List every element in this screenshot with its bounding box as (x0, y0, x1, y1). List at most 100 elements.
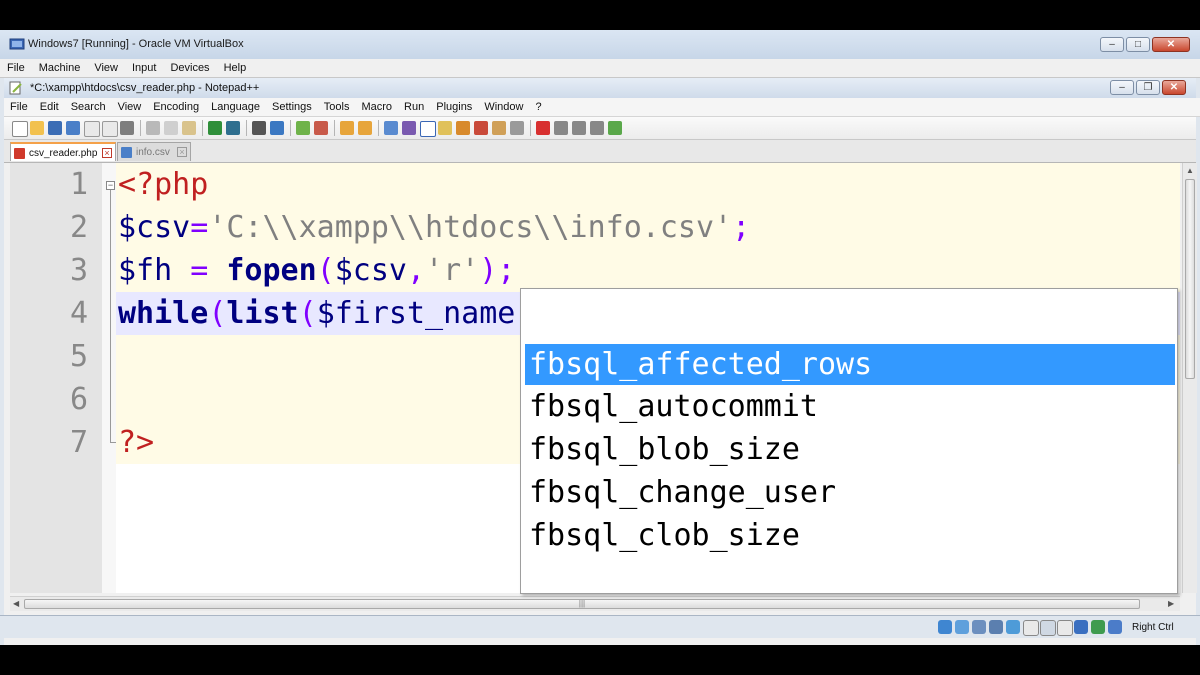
indent-guide-icon[interactable] (420, 121, 436, 137)
close-button[interactable]: ✕ (1152, 37, 1190, 52)
paste-icon[interactable] (182, 121, 196, 135)
user-language-icon[interactable] (438, 121, 452, 135)
notepadpp-titlebar[interactable]: *C:\xampp\htdocs\csv_reader.php - Notepa… (4, 78, 1196, 99)
tab-info-csv[interactable]: info.csv × (117, 142, 191, 161)
code-token: $csv (334, 253, 407, 288)
word-wrap-icon[interactable] (384, 121, 398, 135)
autocomplete-item[interactable]: fbsql_autocommit (525, 386, 1175, 427)
display-icon[interactable] (1040, 620, 1056, 636)
line-number: 3 (69, 253, 88, 288)
npp-close-button[interactable]: ✕ (1162, 80, 1186, 95)
sync-vertical-icon[interactable] (340, 121, 354, 135)
save-macro-icon[interactable] (608, 121, 622, 135)
copy-icon[interactable] (164, 121, 178, 135)
scroll-up-arrow-icon[interactable]: ▲ (1186, 166, 1194, 175)
npp-menu-settings[interactable]: Settings (266, 98, 318, 116)
npp-menu-language[interactable]: Language (205, 98, 266, 116)
virtualbox-titlebar[interactable]: Windows7 [Running] - Oracle VM VirtualBo… (0, 30, 1200, 60)
record-macro-icon[interactable] (536, 121, 550, 135)
npp-menu-macro[interactable]: Macro (355, 98, 398, 116)
tab-csv-reader[interactable]: csv_reader.php × (10, 142, 116, 161)
zoom-out-icon[interactable] (314, 121, 328, 135)
tab-close-icon[interactable]: × (177, 147, 187, 157)
npp-menu-run[interactable]: Run (398, 98, 430, 116)
maximize-button[interactable]: □ (1126, 37, 1150, 52)
virtualization-icon[interactable] (1074, 620, 1088, 634)
doc-map-icon[interactable] (456, 121, 470, 135)
play-macro-multiple-icon[interactable] (590, 121, 604, 135)
npp-minimize-button[interactable]: – (1110, 80, 1134, 95)
scroll-left-arrow-icon[interactable]: ◀ (13, 599, 19, 608)
code-token: 'r' (425, 253, 480, 288)
tab-close-icon[interactable]: × (102, 148, 112, 158)
replace-icon[interactable] (270, 121, 284, 135)
horizontal-scrollbar[interactable]: ◀ ||| ▶ (10, 596, 1180, 611)
autocomplete-popup[interactable]: fbsql_affected_rows fbsql_autocommit fbs… (520, 288, 1178, 594)
npp-menu-edit[interactable]: Edit (34, 98, 65, 116)
autocomplete-item[interactable]: fbsql_change_user (525, 472, 1175, 513)
code-token: ( (316, 253, 335, 288)
code-token: ( (208, 296, 227, 331)
autocomplete-item[interactable]: fbsql_clob_size (525, 515, 1175, 556)
save-all-icon[interactable] (66, 121, 80, 135)
npp-restore-button[interactable]: ❐ (1136, 80, 1160, 95)
npp-menu-help[interactable]: ? (529, 98, 547, 116)
vb-menu-view[interactable]: View (87, 59, 125, 77)
mouse-integration-icon[interactable] (1091, 620, 1105, 634)
sync-horizontal-icon[interactable] (358, 121, 372, 135)
code-line[interactable]: $fh = fopen($csv,'r'); (116, 249, 1180, 292)
find-icon[interactable] (252, 121, 266, 135)
npp-menu-view[interactable]: View (112, 98, 148, 116)
redo-icon[interactable] (226, 121, 240, 135)
npp-menu-file[interactable]: File (4, 98, 34, 116)
autocomplete-item-selected[interactable]: fbsql_affected_rows (525, 344, 1175, 385)
close-all-icon[interactable] (102, 121, 118, 137)
code-text: <?php (118, 163, 208, 206)
usb-icon[interactable] (1006, 620, 1020, 634)
npp-menu-window[interactable]: Window (478, 98, 529, 116)
scroll-right-arrow-icon[interactable]: ▶ (1168, 599, 1174, 608)
undo-icon[interactable] (208, 121, 222, 135)
folder-workspace-icon[interactable] (492, 121, 506, 135)
code-line[interactable]: $csv='C:\\xampp\\htdocs\\info.csv'; (116, 206, 1180, 249)
video-capture-icon[interactable] (1057, 620, 1073, 636)
code-line[interactable]: <?php (116, 163, 1180, 206)
vb-menu-file[interactable]: File (0, 59, 32, 77)
new-file-icon[interactable] (12, 121, 28, 137)
toolbar-separator (202, 120, 203, 136)
vb-menu-devices[interactable]: Devices (163, 59, 216, 77)
vb-menu-help[interactable]: Help (217, 59, 254, 77)
save-icon[interactable] (48, 121, 62, 135)
play-macro-icon[interactable] (572, 121, 586, 135)
npp-menu-search[interactable]: Search (65, 98, 112, 116)
vertical-scroll-thumb[interactable] (1185, 179, 1195, 379)
open-file-icon[interactable] (30, 121, 44, 135)
minimize-button[interactable]: – (1100, 37, 1124, 52)
npp-menu-tools[interactable]: Tools (318, 98, 356, 116)
saved-file-icon (121, 147, 132, 158)
npp-menu-encoding[interactable]: Encoding (147, 98, 205, 116)
stop-macro-icon[interactable] (554, 121, 568, 135)
optical-drive-icon[interactable] (955, 620, 969, 634)
fold-toggle-icon[interactable]: − (106, 181, 115, 190)
vb-menu-machine[interactable]: Machine (32, 59, 88, 77)
hard-disk-icon[interactable] (938, 620, 952, 634)
autocomplete-item[interactable]: fbsql_blob_size (525, 429, 1175, 470)
shared-folders-icon[interactable] (1023, 620, 1039, 636)
print-icon[interactable] (120, 121, 134, 135)
zoom-in-icon[interactable] (296, 121, 310, 135)
toolbar-separator (334, 120, 335, 136)
line-number: 7 (69, 425, 88, 460)
close-file-icon[interactable] (84, 121, 100, 137)
show-all-chars-icon[interactable] (402, 121, 416, 135)
npp-menu-plugins[interactable]: Plugins (430, 98, 478, 116)
vb-menu-input[interactable]: Input (125, 59, 163, 77)
function-list-icon[interactable] (474, 121, 488, 135)
keyboard-capture-icon[interactable] (1108, 620, 1122, 634)
horizontal-scroll-thumb[interactable]: ||| (24, 599, 1140, 609)
audio-icon[interactable] (972, 620, 986, 634)
cut-icon[interactable] (146, 121, 160, 135)
vertical-scrollbar[interactable]: ▲ (1182, 163, 1197, 593)
network-icon[interactable] (989, 620, 1003, 634)
monitoring-icon[interactable] (510, 121, 524, 135)
